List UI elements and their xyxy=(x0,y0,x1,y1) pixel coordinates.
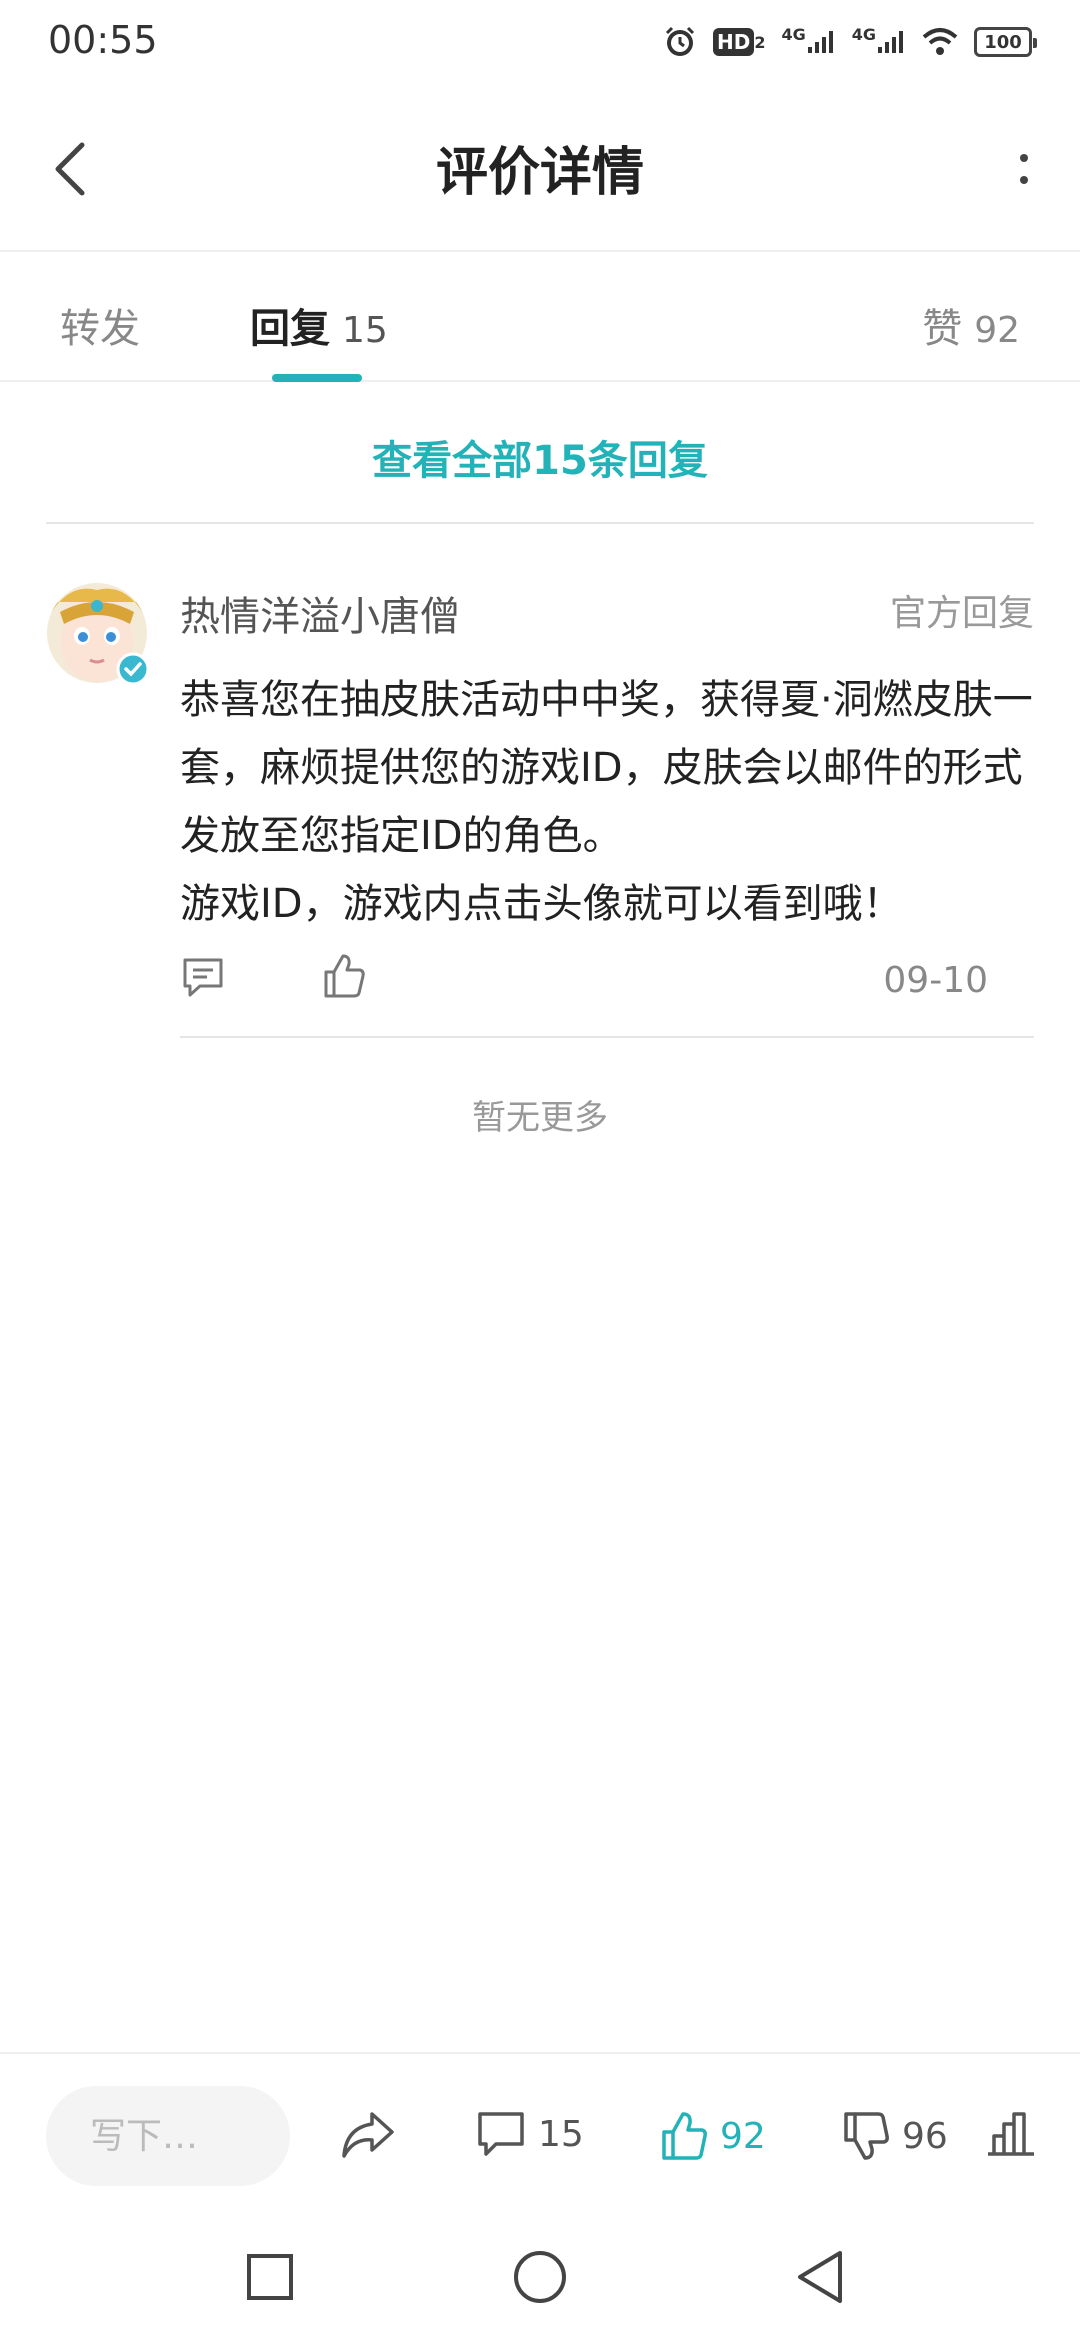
tab-like[interactable]: 赞 92 xyxy=(922,296,1020,354)
reply-text: 游戏ID，游戏内点击头像就可以看到哦！ xyxy=(180,881,903,927)
tab-like-label: 赞 xyxy=(922,306,963,352)
alarm-icon xyxy=(663,24,697,60)
write-comment-input[interactable] xyxy=(46,2086,290,2186)
more-options-button[interactable] xyxy=(1004,139,1044,199)
tab-reply-count: 15 xyxy=(342,310,388,351)
signal-icon-2: 4G xyxy=(852,24,906,60)
avatar[interactable] xyxy=(46,582,150,686)
triangle-back-icon xyxy=(798,2251,842,2303)
comment-icon xyxy=(183,958,223,997)
reply-date: 09-10 xyxy=(883,960,988,1001)
tab-like-count: 92 xyxy=(974,310,1020,351)
reply-like-button[interactable] xyxy=(322,952,366,1004)
tab-reply-label: 回复 xyxy=(250,306,330,352)
share-button[interactable] xyxy=(340,2110,396,2160)
tab-bar: 转发 回复 15 赞 92 xyxy=(0,252,1080,382)
circle-icon xyxy=(514,2251,566,2303)
system-navigation-bar xyxy=(0,2212,1080,2340)
official-reply-tag: 官方回复 xyxy=(889,593,1034,634)
reply-text: 恭喜您在抽皮肤活动中中奖，获得夏·洞燃皮肤一套，麻烦提供您的游戏ID，皮肤会以邮… xyxy=(180,677,1033,859)
thumbs-up-icon xyxy=(324,954,365,998)
bottom-action-bar: 15 92 96 xyxy=(0,2052,1080,2212)
comment-icon xyxy=(478,2112,524,2156)
status-time: 00:55 xyxy=(48,18,158,62)
like-count: 92 xyxy=(720,2115,766,2157)
page: 00:55 HD 2 4G 4G 100 评价详情 转发 回复 15 赞 92 … xyxy=(0,0,1080,2340)
status-icons: HD 2 4G 4G 100 xyxy=(663,22,1037,62)
reply-user-name[interactable]: 热情洋溢小唐僧 xyxy=(180,584,460,642)
verified-badge-icon xyxy=(116,652,150,686)
tab-forward[interactable]: 转发 xyxy=(60,296,140,354)
home-button[interactable] xyxy=(505,2242,575,2312)
hd-icon: HD 2 xyxy=(712,24,765,60)
dislike-count: 96 xyxy=(902,2115,948,2157)
square-icon xyxy=(247,2254,293,2300)
recent-apps-button[interactable] xyxy=(235,2242,305,2312)
tab-active-indicator xyxy=(272,374,362,382)
no-more-label: 暂无更多 xyxy=(472,1098,608,1138)
thumbs-down-icon xyxy=(844,2112,889,2160)
wifi-icon xyxy=(922,24,958,60)
thumbs-up-icon xyxy=(662,2112,707,2160)
reply-comment-button[interactable] xyxy=(180,956,226,1004)
share-icon xyxy=(342,2112,394,2158)
battery-icon: 100 xyxy=(974,27,1037,57)
system-back-button[interactable] xyxy=(785,2242,855,2312)
comment-button[interactable]: 15 xyxy=(476,2110,584,2158)
like-button[interactable]: 92 xyxy=(660,2110,766,2162)
divider xyxy=(180,1036,1034,1038)
more-dot xyxy=(1020,154,1028,162)
comment-count: 15 xyxy=(538,2113,584,2155)
view-all-replies-link[interactable]: 查看全部15条回复 xyxy=(0,428,1080,486)
tab-reply[interactable]: 回复 15 xyxy=(250,296,388,354)
reply-actions: 09-10 xyxy=(180,950,1034,1010)
signal-icon: 4G xyxy=(781,24,835,60)
header: 评价详情 xyxy=(0,84,1080,252)
tab-forward-label: 转发 xyxy=(60,306,140,352)
stats-button[interactable] xyxy=(986,2110,1036,2158)
dislike-button[interactable]: 96 xyxy=(842,2110,948,2162)
page-title: 评价详情 xyxy=(435,143,644,203)
more-dot xyxy=(1020,176,1028,184)
bar-chart-icon xyxy=(988,2112,1034,2156)
reply-body: 恭喜您在抽皮肤活动中中奖，获得夏·洞燃皮肤一套，麻烦提供您的游戏ID，皮肤会以邮… xyxy=(180,666,1040,938)
status-bar: 00:55 HD 2 4G 4G 100 xyxy=(0,0,1080,84)
divider xyxy=(46,522,1034,524)
